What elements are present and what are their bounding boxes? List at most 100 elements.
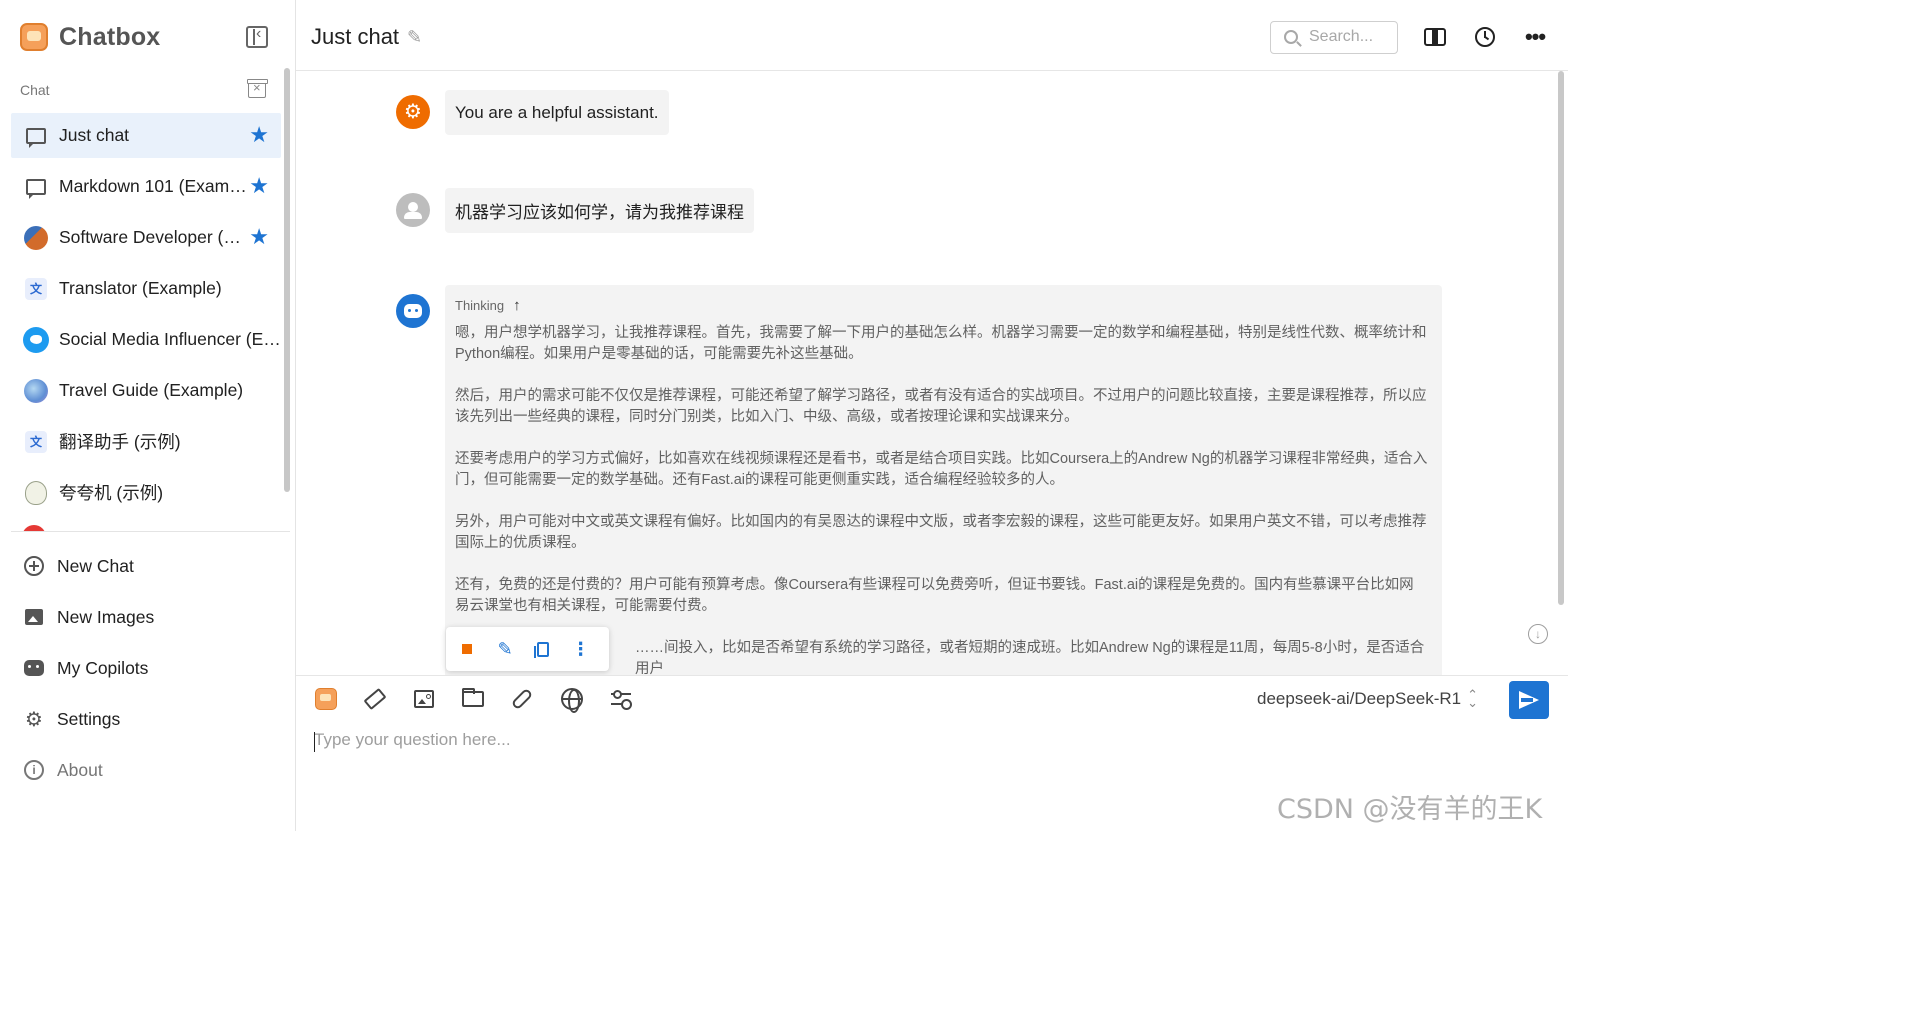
- new-chat-button[interactable]: New Chat: [11, 544, 281, 588]
- my-copilots-button[interactable]: My Copilots: [11, 646, 281, 690]
- web-search-button[interactable]: [560, 687, 584, 713]
- history-icon: [1475, 27, 1495, 47]
- new-chat-label: New Chat: [57, 555, 134, 576]
- thinking-paragraph: 还要考虑用户的学习方式偏好，比如喜欢在线视频课程还是看书，或者是结合项目实践。比…: [455, 451, 1428, 488]
- stop-icon: [462, 644, 473, 654]
- assistant-avatar[interactable]: [396, 294, 430, 328]
- thinking-paragraph: 嗯，用户想学机器学习，让我推荐课程。首先，我需要了解一下用户的基础怎么样。机器学…: [455, 325, 1427, 362]
- session-list: Just chat ★ Markdown 101 (Example) ★ Sof…: [11, 113, 281, 531]
- session-item-translation-assistant[interactable]: 文 翻译助手 (示例): [11, 419, 281, 464]
- session-item-praise-bot[interactable]: 夸夸机 (示例): [11, 470, 281, 515]
- twitter-avatar-icon: [23, 326, 49, 353]
- star-icon[interactable]: ★: [249, 226, 269, 248]
- search-icon: [1284, 30, 1298, 44]
- app-name: Chatbox: [59, 22, 161, 51]
- more-vertical-icon: ⋮: [571, 638, 590, 659]
- add-circle-icon: [24, 556, 44, 576]
- message-action-toolbar: ✎ ⋮: [446, 627, 609, 671]
- stop-generating-button[interactable]: [458, 638, 477, 660]
- session-item-just-chat[interactable]: Just chat ★: [11, 113, 281, 158]
- attach-image-button[interactable]: [412, 687, 436, 711]
- more-options-button[interactable]: •••: [1522, 24, 1548, 50]
- my-copilots-label: My Copilots: [57, 657, 149, 678]
- session-item-translator[interactable]: 文 Translator (Example): [11, 266, 281, 311]
- thinking-paragraph: 另外，用户可能对中文或英文课程有偏好。比如国内的有吴恩达的课程中文版，或者李宏毅…: [455, 514, 1427, 551]
- clear-context-button[interactable]: [363, 687, 387, 711]
- arrow-up-icon: ↑: [513, 296, 521, 314]
- edit-message-button[interactable]: ✎: [496, 638, 515, 660]
- thinking-toggle[interactable]: Thinking ↑: [455, 296, 1428, 314]
- star-icon[interactable]: ★: [249, 175, 269, 197]
- chat-bubble-icon: [26, 127, 46, 148]
- thinking-paragraph: 还有，免费的还是付费的？用户可能有预算考虑。像Coursera有些课程可以免费旁…: [455, 577, 1414, 614]
- collapse-sidebar-icon[interactable]: [246, 25, 268, 48]
- watermark: CSDN @没有羊的王K: [1277, 794, 1543, 825]
- session-item-travel-guide[interactable]: Travel Guide (Example): [11, 368, 281, 413]
- clear-archive-icon[interactable]: [247, 79, 268, 98]
- session-item-markdown-101[interactable]: Markdown 101 (Example) ★: [11, 164, 281, 209]
- chat-settings-button[interactable]: [609, 687, 633, 711]
- copilot-icon: [315, 688, 337, 710]
- chat-header: Just chat ✎ •••: [296, 0, 1568, 71]
- robot-icon: [404, 304, 422, 318]
- user-message: 机器学习应该如何学，请为我推荐课程: [445, 188, 754, 233]
- scroll-to-bottom-icon[interactable]: ↓: [1528, 624, 1548, 644]
- copilot-button[interactable]: [314, 687, 338, 711]
- copy-icon: [533, 641, 549, 658]
- system-avatar[interactable]: ⚙: [396, 95, 430, 129]
- message-list: ⚙ You are a helpful assistant. 机器学习应该如何学…: [296, 71, 1568, 675]
- about-button[interactable]: i About: [11, 748, 281, 792]
- sliders-icon: [611, 690, 631, 708]
- session-label: 夸夸机 (示例): [59, 483, 164, 503]
- session-label: Software Developer (Example): [59, 227, 249, 247]
- link-icon: [510, 687, 534, 711]
- message-more-button[interactable]: ⋮: [571, 638, 590, 660]
- assistant-message: Thinking ↑ 嗯，用户想学机器学习，让我推荐课程。首先，我需要了解一下用…: [445, 285, 1442, 675]
- add-image-icon: [25, 609, 43, 625]
- new-images-button[interactable]: New Images: [11, 595, 281, 639]
- folder-icon: [462, 688, 484, 707]
- thinking-label: Thinking: [455, 297, 505, 313]
- system-message: You are a helpful assistant.: [445, 90, 669, 135]
- info-icon: i: [24, 760, 44, 780]
- session-item-social-media-influencer[interactable]: Social Media Influencer (Example): [11, 317, 281, 362]
- session-item-software-developer[interactable]: Software Developer (Example) ★: [11, 215, 281, 260]
- copy-message-button[interactable]: [533, 638, 553, 660]
- question-input[interactable]: [314, 730, 1514, 750]
- model-name: deepseek-ai/DeepSeek-R1: [1257, 689, 1462, 708]
- attach-link-button[interactable]: [510, 687, 534, 711]
- send-icon: [1519, 691, 1539, 709]
- translator-avatar-icon: 文: [25, 277, 47, 300]
- brand: Chatbox: [20, 22, 160, 52]
- settings-button[interactable]: ⚙ Settings: [11, 697, 281, 741]
- toggle-split-view-button[interactable]: [1422, 24, 1448, 50]
- user-avatar[interactable]: [396, 193, 430, 227]
- section-label-chat: Chat: [20, 82, 50, 98]
- star-icon[interactable]: ★: [249, 124, 269, 146]
- chat-title: Just chat: [311, 24, 400, 49]
- search-input[interactable]: [1309, 28, 1391, 46]
- eraser-icon: [363, 687, 387, 711]
- thinking-paragraph: 然后，用户的需求可能不仅仅是推荐课程，可能还希望了解学习路径，或者有没有适合的实…: [455, 388, 1427, 425]
- text-caret: [314, 732, 315, 752]
- about-label: About: [57, 759, 103, 780]
- sidebar-scrollbar[interactable]: [284, 68, 290, 492]
- translator-avatar-icon: 文: [25, 430, 47, 453]
- session-label: Markdown 101 (Example): [59, 176, 249, 196]
- globe-icon: [561, 688, 583, 713]
- attach-file-button[interactable]: [461, 687, 485, 711]
- sidebar: Chatbox Chat Just chat ★ Markdown 101 (E…: [0, 0, 296, 831]
- history-button[interactable]: [1472, 24, 1498, 50]
- search-box[interactable]: [1270, 21, 1398, 54]
- edit-title-icon[interactable]: ✎: [407, 27, 422, 48]
- split-view-icon: [1424, 28, 1446, 46]
- session-label: Social Media Influencer (Example): [59, 329, 281, 349]
- message-scrollbar[interactable]: [1558, 71, 1564, 605]
- duck-avatar-icon: [25, 480, 47, 505]
- person-icon: [404, 202, 422, 219]
- new-images-label: New Images: [57, 606, 155, 627]
- pencil-icon: ✎: [497, 638, 513, 659]
- send-button[interactable]: [1509, 681, 1549, 719]
- system-message-text: You are a helpful assistant.: [455, 102, 659, 122]
- model-selector[interactable]: deepseek-ai/DeepSeek-R1 ⌃ ⌄: [1257, 688, 1478, 709]
